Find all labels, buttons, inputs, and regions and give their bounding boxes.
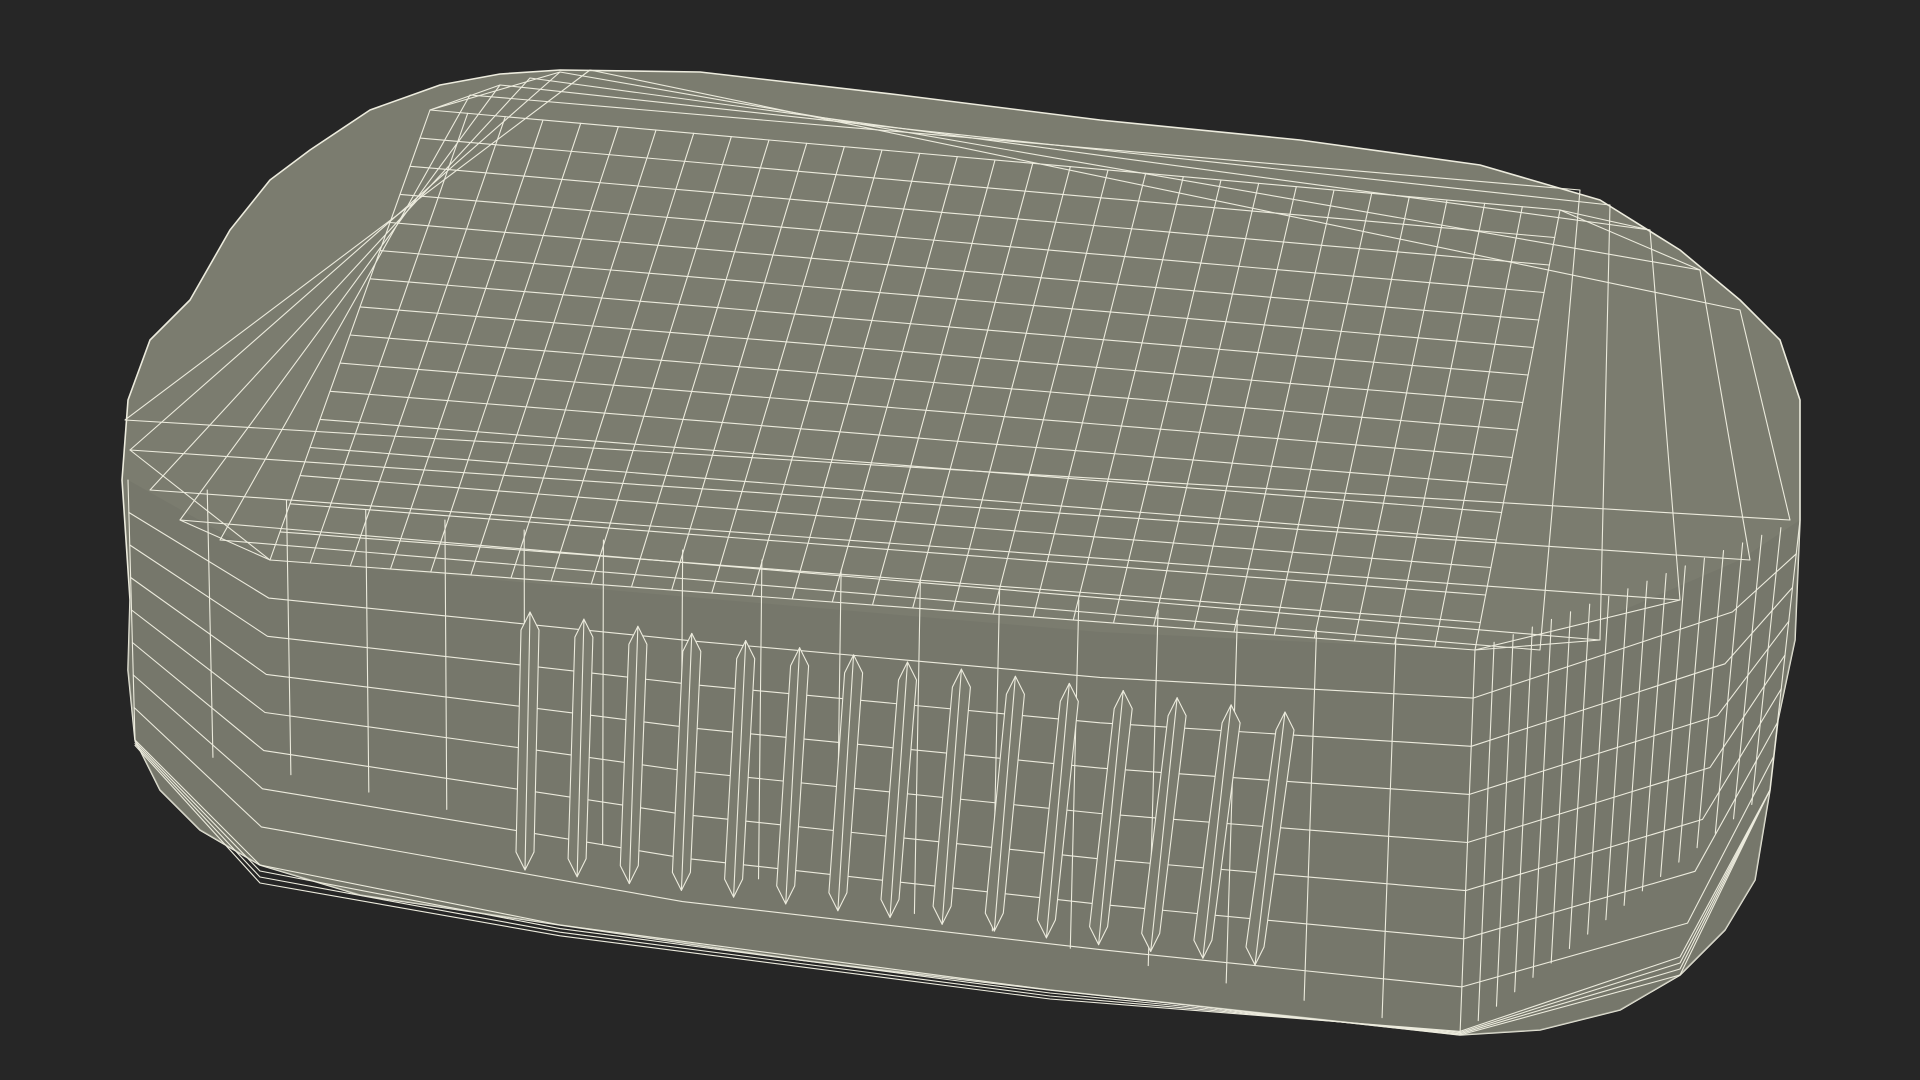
3d-viewport[interactable] xyxy=(0,0,1920,1080)
wireframe-render xyxy=(121,69,1801,1036)
wall-seam xyxy=(602,539,604,845)
